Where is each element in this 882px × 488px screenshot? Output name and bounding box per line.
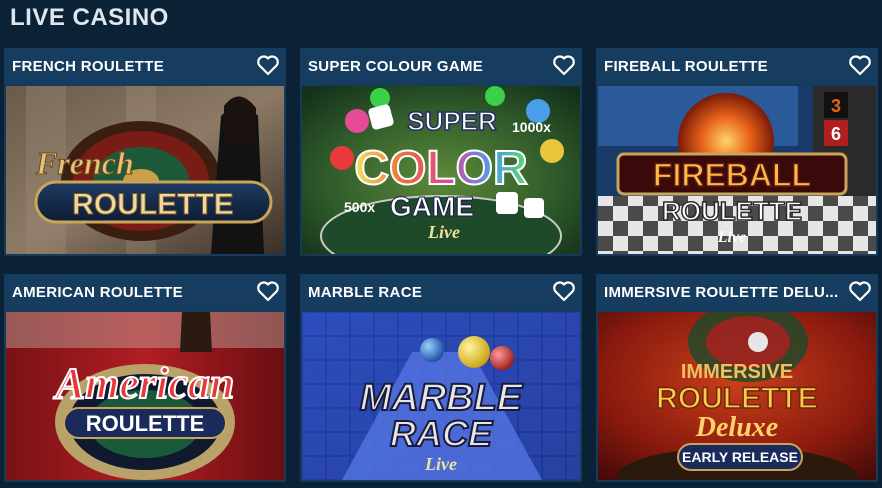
art-main: ROULETTE <box>656 382 818 415</box>
art-mid: COLOR <box>354 142 527 195</box>
game-card-immersive-roulette-deluxe[interactable]: IMMERSIVE ROULETTE DELU... IMMERSIVE ROU… <box>596 274 878 482</box>
game-title: AMERICAN ROULETTE <box>12 284 183 301</box>
game-thumbnail[interactable]: 3 6 FIREBALL ROULETTE Live <box>598 86 876 254</box>
heart-icon[interactable] <box>848 54 872 76</box>
art-mult-b: 500x <box>344 199 375 215</box>
art-main: RACE <box>390 413 493 454</box>
heart-icon[interactable] <box>256 54 280 76</box>
game-thumbnail[interactable]: American ROULETTE <box>6 312 284 480</box>
card-header: MARBLE RACE <box>300 274 582 310</box>
game-grid: FRENCH ROULETTE French ROULETTE SUPER CO… <box>4 48 878 482</box>
game-card-french-roulette[interactable]: FRENCH ROULETTE French ROULETTE <box>4 48 286 256</box>
art-top: SUPER <box>407 106 497 136</box>
art-main: ROULETTE <box>86 411 205 436</box>
heart-icon[interactable] <box>552 280 576 302</box>
art-bottom: GAME <box>390 191 474 222</box>
art-main: ROULETTE <box>72 188 234 221</box>
game-card-marble-race[interactable]: MARBLE RACE MARBLE RACE Live <box>300 274 582 482</box>
art-script: American <box>53 359 234 408</box>
art-num-a: 3 <box>831 96 841 116</box>
art-script: Deluxe <box>695 412 778 443</box>
game-title: FIREBALL ROULETTE <box>604 58 768 75</box>
game-thumbnail[interactable]: IMMERSIVE ROULETTE Deluxe EARLY RELEASE <box>598 312 876 480</box>
game-title: IMMERSIVE ROULETTE DELU... <box>604 284 839 301</box>
card-header: IMMERSIVE ROULETTE DELU... <box>596 274 878 310</box>
art-mult-a: 1000x <box>512 119 551 135</box>
art-top: FIREBALL <box>653 157 811 193</box>
heart-icon[interactable] <box>552 54 576 76</box>
art-num-b: 6 <box>831 124 841 144</box>
art-live: Live <box>717 229 746 246</box>
page-title: LIVE CASINO <box>10 4 169 31</box>
game-title: SUPER COLOUR GAME <box>308 58 484 75</box>
art-script: French <box>35 145 134 181</box>
card-header: SUPER COLOUR GAME <box>300 48 582 84</box>
game-card-fireball-roulette[interactable]: FIREBALL ROULETTE 3 6 FIREBALL ROULETTE … <box>596 48 878 256</box>
art-badge: EARLY RELEASE <box>682 449 798 465</box>
game-title: FRENCH ROULETTE <box>12 58 164 75</box>
game-thumbnail[interactable]: MARBLE RACE Live <box>302 312 580 480</box>
card-header: AMERICAN ROULETTE <box>4 274 286 310</box>
card-header: FRENCH ROULETTE <box>4 48 286 84</box>
art-live: Live <box>427 222 460 242</box>
game-title: MARBLE RACE <box>308 284 423 301</box>
heart-icon[interactable] <box>256 280 280 302</box>
art-live: Live <box>424 454 457 474</box>
game-thumbnail[interactable]: SUPER 1000x COLOR 500x GAME Live <box>302 86 580 254</box>
art-top: IMMERSIVE <box>681 361 793 383</box>
game-card-american-roulette[interactable]: AMERICAN ROULETTE American ROULETTE <box>4 274 286 482</box>
heart-icon[interactable] <box>848 280 872 302</box>
game-card-super-colour-game[interactable]: SUPER COLOUR GAME SUPER 1000x COLOR 500x… <box>300 48 582 256</box>
card-header: FIREBALL ROULETTE <box>596 48 878 84</box>
game-thumbnail[interactable]: French ROULETTE <box>6 86 284 254</box>
art-main: ROULETTE <box>662 196 802 226</box>
